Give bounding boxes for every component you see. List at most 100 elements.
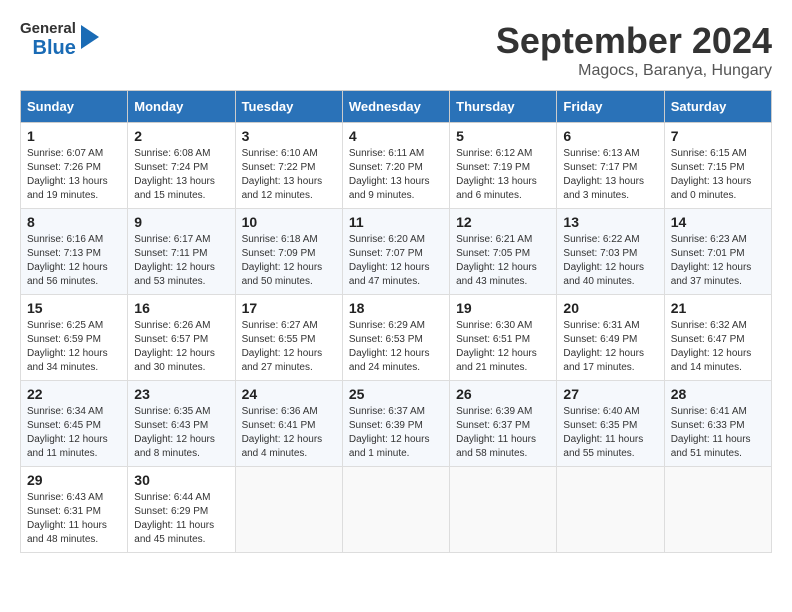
calendar-cell: 18 Sunrise: 6:29 AM Sunset: 6:53 PM Dayli… <box>342 295 449 381</box>
logo-blue-text: Blue <box>33 37 76 59</box>
calendar-cell: 13 Sunrise: 6:22 AM Sunset: 7:03 PM Dayli… <box>557 209 664 295</box>
day-info: Sunrise: 6:34 AM Sunset: 6:45 PM Dayligh… <box>27 405 121 461</box>
day-number: 4 <box>349 128 443 144</box>
column-header-friday: Friday <box>557 91 664 123</box>
day-number: 27 <box>563 386 657 402</box>
day-number: 5 <box>456 128 550 144</box>
calendar-cell: 24 Sunrise: 6:36 AM Sunset: 6:41 PM Dayli… <box>235 381 342 467</box>
day-number: 12 <box>456 214 550 230</box>
day-number: 24 <box>242 386 336 402</box>
calendar-cell: 6 Sunrise: 6:13 AM Sunset: 7:17 PM Daylig… <box>557 123 664 209</box>
day-info: Sunrise: 6:30 AM Sunset: 6:51 PM Dayligh… <box>456 319 550 375</box>
calendar-cell: 19 Sunrise: 6:30 AM Sunset: 6:51 PM Dayli… <box>450 295 557 381</box>
column-header-tuesday: Tuesday <box>235 91 342 123</box>
calendar-cell: 22 Sunrise: 6:34 AM Sunset: 6:45 PM Dayli… <box>21 381 128 467</box>
day-number: 14 <box>671 214 765 230</box>
day-info: Sunrise: 6:15 AM Sunset: 7:15 PM Dayligh… <box>671 147 765 203</box>
calendar-cell: 7 Sunrise: 6:15 AM Sunset: 7:15 PM Daylig… <box>664 123 771 209</box>
day-number: 28 <box>671 386 765 402</box>
day-number: 29 <box>27 472 121 488</box>
calendar-cell: 30Sunrise: 6:44 AM Sunset: 6:29 PM Dayli… <box>128 467 235 553</box>
calendar-cell: 3 Sunrise: 6:10 AM Sunset: 7:22 PM Daylig… <box>235 123 342 209</box>
title-area: September 2024 Magocs, Baranya, Hungary <box>496 20 772 80</box>
day-info: Sunrise: 6:12 AM Sunset: 7:19 PM Dayligh… <box>456 147 550 203</box>
logo-arrow-icon <box>81 21 103 58</box>
day-number: 9 <box>134 214 228 230</box>
day-number: 20 <box>563 300 657 316</box>
calendar-cell: 27 Sunrise: 6:40 AM Sunset: 6:35 PM Dayli… <box>557 381 664 467</box>
calendar-cell <box>342 467 449 553</box>
day-info: Sunrise: 6:29 AM Sunset: 6:53 PM Dayligh… <box>349 319 443 375</box>
calendar-cell: 4 Sunrise: 6:11 AM Sunset: 7:20 PM Daylig… <box>342 123 449 209</box>
calendar-cell: 29 Sunrise: 6:43 AM Sunset: 6:31 PM Dayli… <box>21 467 128 553</box>
day-info: Sunrise: 6:20 AM Sunset: 7:07 PM Dayligh… <box>349 233 443 289</box>
calendar-cell <box>235 467 342 553</box>
calendar-cell: 16 Sunrise: 6:26 AM Sunset: 6:57 PM Dayli… <box>128 295 235 381</box>
day-info: Sunrise: 6:13 AM Sunset: 7:17 PM Dayligh… <box>563 147 657 203</box>
day-info: Sunrise: 6:27 AM Sunset: 6:55 PM Dayligh… <box>242 319 336 375</box>
calendar-cell: 14 Sunrise: 6:23 AM Sunset: 7:01 PM Dayli… <box>664 209 771 295</box>
day-info: Sunrise: 6:08 AM Sunset: 7:24 PM Dayligh… <box>134 147 228 203</box>
calendar-cell: 17 Sunrise: 6:27 AM Sunset: 6:55 PM Dayli… <box>235 295 342 381</box>
logo: General Blue <box>20 20 103 59</box>
calendar-cell: 10 Sunrise: 6:18 AM Sunset: 7:09 PM Dayli… <box>235 209 342 295</box>
day-number: 26 <box>456 386 550 402</box>
day-info: Sunrise: 6:16 AM Sunset: 7:13 PM Dayligh… <box>27 233 121 289</box>
day-number: 8 <box>27 214 121 230</box>
day-number: 15 <box>27 300 121 316</box>
day-info: Sunrise: 6:18 AM Sunset: 7:09 PM Dayligh… <box>242 233 336 289</box>
day-number: 1 <box>27 128 121 144</box>
column-header-saturday: Saturday <box>664 91 771 123</box>
day-number: 6 <box>563 128 657 144</box>
day-info: Sunrise: 6:37 AM Sunset: 6:39 PM Dayligh… <box>349 405 443 461</box>
calendar-cell <box>450 467 557 553</box>
day-info: Sunrise: 6:21 AM Sunset: 7:05 PM Dayligh… <box>456 233 550 289</box>
day-info: Sunrise: 6:10 AM Sunset: 7:22 PM Dayligh… <box>242 147 336 203</box>
day-number: 3 <box>242 128 336 144</box>
calendar-cell: 26 Sunrise: 6:39 AM Sunset: 6:37 PM Dayli… <box>450 381 557 467</box>
day-info: Sunrise: 6:36 AM Sunset: 6:41 PM Dayligh… <box>242 405 336 461</box>
day-info: Sunrise: 6:43 AM Sunset: 6:31 PM Dayligh… <box>27 491 121 547</box>
calendar-cell <box>557 467 664 553</box>
day-number: 30 <box>134 472 228 488</box>
day-info: Sunrise: 6:31 AM Sunset: 6:49 PM Dayligh… <box>563 319 657 375</box>
day-number: 10 <box>242 214 336 230</box>
calendar-cell: 2 Sunrise: 6:08 AM Sunset: 7:24 PM Daylig… <box>128 123 235 209</box>
calendar-cell: 8 Sunrise: 6:16 AM Sunset: 7:13 PM Daylig… <box>21 209 128 295</box>
day-number: 13 <box>563 214 657 230</box>
calendar-cell: 25 Sunrise: 6:37 AM Sunset: 6:39 PM Dayli… <box>342 381 449 467</box>
calendar-cell: 23Sunrise: 6:35 AM Sunset: 6:43 PM Dayli… <box>128 381 235 467</box>
day-number: 16 <box>134 300 228 316</box>
day-info: Sunrise: 6:23 AM Sunset: 7:01 PM Dayligh… <box>671 233 765 289</box>
day-info: Sunrise: 6:39 AM Sunset: 6:37 PM Dayligh… <box>456 405 550 461</box>
location-subtitle: Magocs, Baranya, Hungary <box>496 62 772 80</box>
logo-general-text: General <box>20 20 76 37</box>
day-info: Sunrise: 6:25 AM Sunset: 6:59 PM Dayligh… <box>27 319 121 375</box>
day-info: Sunrise: 6:32 AM Sunset: 6:47 PM Dayligh… <box>671 319 765 375</box>
day-number: 7 <box>671 128 765 144</box>
calendar-cell: 5 Sunrise: 6:12 AM Sunset: 7:19 PM Daylig… <box>450 123 557 209</box>
day-info: Sunrise: 6:35 AM Sunset: 6:43 PM Dayligh… <box>134 405 228 461</box>
day-info: Sunrise: 6:11 AM Sunset: 7:20 PM Dayligh… <box>349 147 443 203</box>
day-info: Sunrise: 6:40 AM Sunset: 6:35 PM Dayligh… <box>563 405 657 461</box>
day-number: 17 <box>242 300 336 316</box>
day-number: 22 <box>27 386 121 402</box>
calendar-cell: 15 Sunrise: 6:25 AM Sunset: 6:59 PM Dayli… <box>21 295 128 381</box>
column-header-sunday: Sunday <box>21 91 128 123</box>
day-number: 21 <box>671 300 765 316</box>
day-number: 11 <box>349 214 443 230</box>
calendar-cell: 21 Sunrise: 6:32 AM Sunset: 6:47 PM Dayli… <box>664 295 771 381</box>
day-number: 19 <box>456 300 550 316</box>
day-number: 2 <box>134 128 228 144</box>
day-info: Sunrise: 6:22 AM Sunset: 7:03 PM Dayligh… <box>563 233 657 289</box>
calendar-cell: 12 Sunrise: 6:21 AM Sunset: 7:05 PM Dayli… <box>450 209 557 295</box>
column-header-monday: Monday <box>128 91 235 123</box>
day-number: 25 <box>349 386 443 402</box>
calendar-cell <box>664 467 771 553</box>
calendar-cell: 20 Sunrise: 6:31 AM Sunset: 6:49 PM Dayli… <box>557 295 664 381</box>
day-number: 18 <box>349 300 443 316</box>
day-info: Sunrise: 6:26 AM Sunset: 6:57 PM Dayligh… <box>134 319 228 375</box>
calendar-cell: 11 Sunrise: 6:20 AM Sunset: 7:07 PM Dayli… <box>342 209 449 295</box>
month-title: September 2024 <box>496 20 772 62</box>
calendar-cell: 1Sunrise: 6:07 AM Sunset: 7:26 PM Daylig… <box>21 123 128 209</box>
